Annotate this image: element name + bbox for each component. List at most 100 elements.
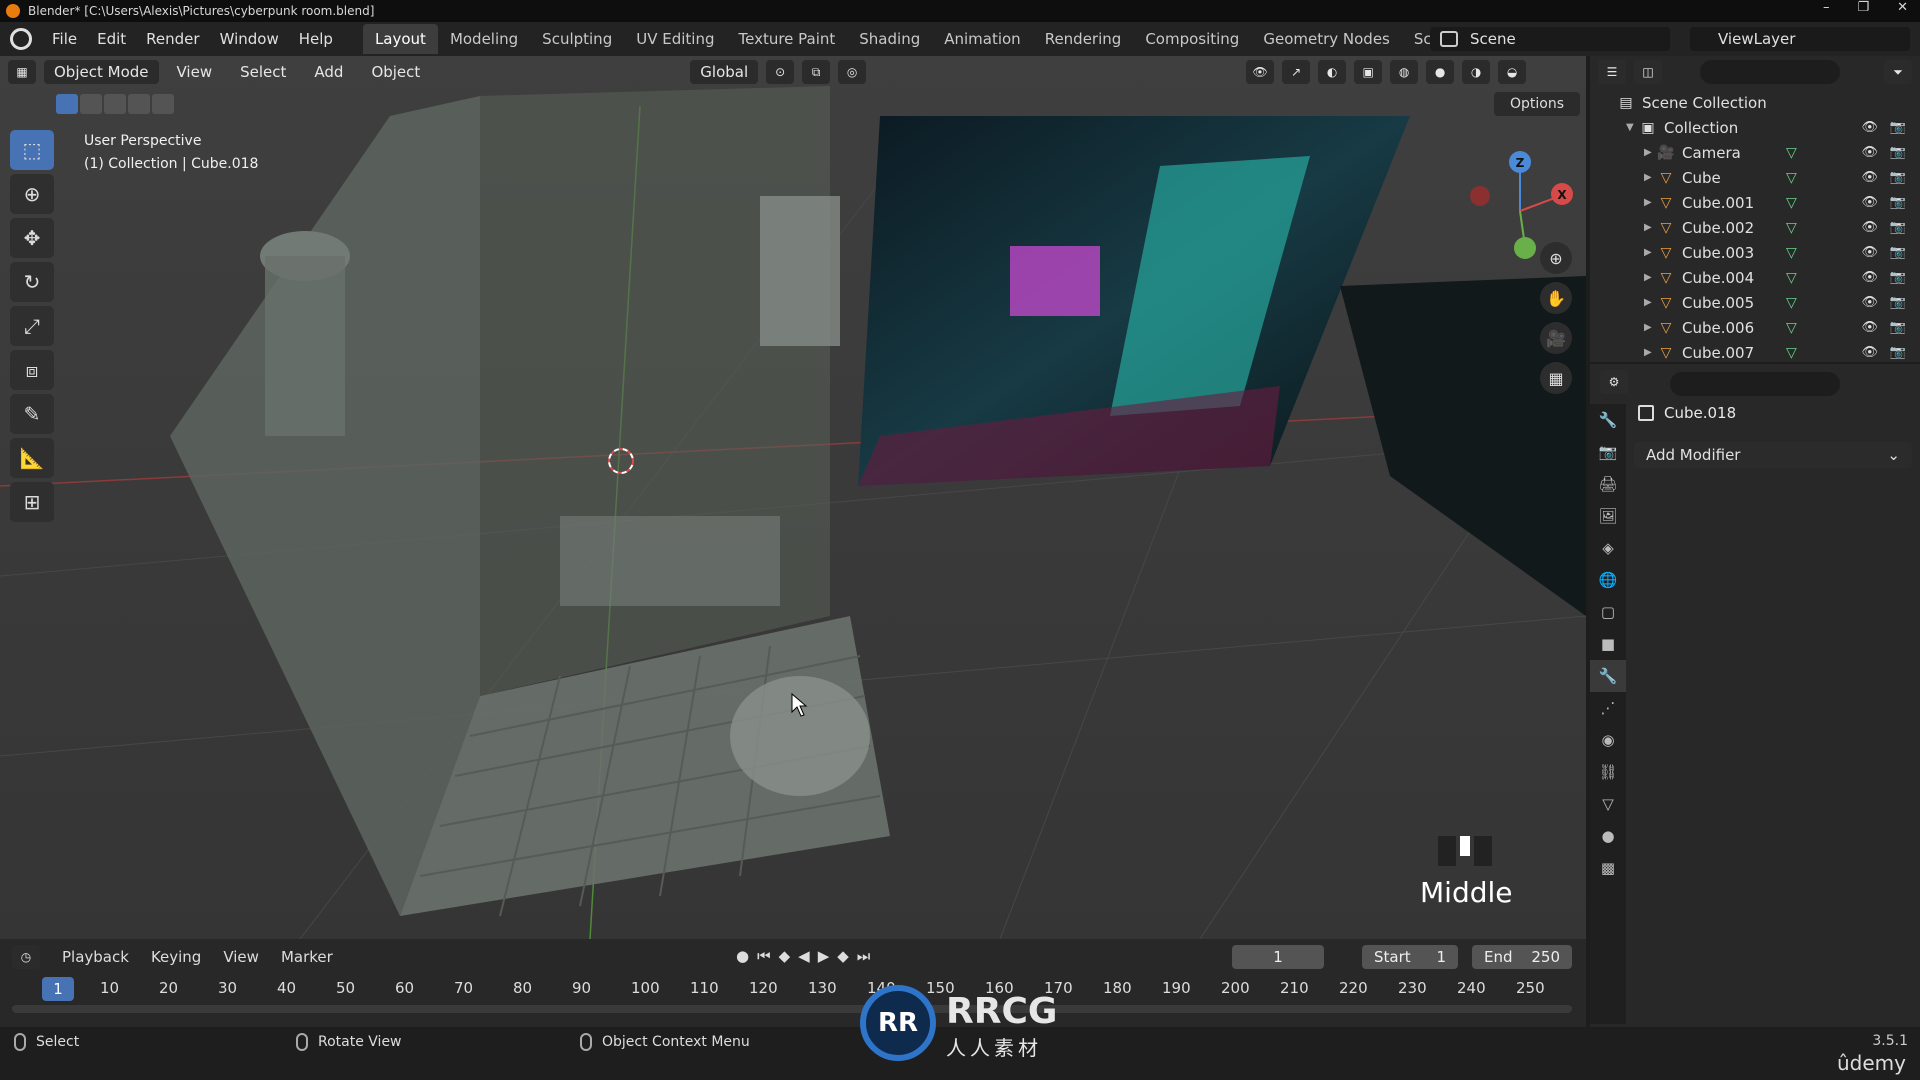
outliner-item[interactable]: ▶ 🎥 Camera ▽ 👁 📷 (1590, 140, 1920, 165)
object-data-icon[interactable]: ▽ (1786, 170, 1797, 186)
perspective-toggle-icon[interactable]: ▦ (1540, 362, 1572, 394)
outliner-search-input[interactable] (1700, 60, 1840, 84)
outliner-item[interactable]: ▶ ▽ Cube ▽ 👁 📷 (1590, 165, 1920, 190)
object-mode-dropdown[interactable]: Object Mode (44, 60, 159, 84)
visibility-eye-icon[interactable]: 👁 (1861, 120, 1878, 135)
expand-arrow-icon[interactable]: ▶ (1644, 297, 1658, 308)
gizmo-neg-x-axis[interactable] (1470, 186, 1490, 206)
visibility-eye-icon[interactable]: 👁 (1861, 345, 1878, 360)
editor-type-button[interactable]: ▦ (8, 60, 36, 84)
scene-selector[interactable]: Scene (1430, 27, 1670, 51)
viewport-menu-view[interactable]: View (167, 60, 223, 84)
output-tab-icon[interactable]: 🖨 (1590, 468, 1626, 500)
jump-start-icon[interactable]: ⏮ (757, 947, 771, 965)
visibility-eye-icon[interactable]: 👁 (1861, 245, 1878, 260)
material-shading-icon[interactable]: ◑ (1462, 60, 1491, 84)
tab-sculpting[interactable]: Sculpting (530, 24, 624, 54)
filter-icon[interactable]: ⏷ (1884, 60, 1912, 84)
render-camera-icon[interactable]: 📷 (1890, 295, 1906, 310)
display-mode-icon[interactable]: ◫ (1634, 60, 1662, 84)
select-subtract-icon[interactable] (104, 94, 126, 114)
tool-tab-icon[interactable]: 🔧 (1590, 404, 1626, 436)
object-data-icon[interactable]: ▽ (1786, 220, 1797, 236)
render-tab-icon[interactable]: 📷 (1590, 436, 1626, 468)
gizmo-y-axis[interactable] (1514, 237, 1536, 259)
visibility-eye-icon[interactable]: 👁 (1861, 270, 1878, 285)
outliner-item[interactable]: ▶ ▽ Cube.003 ▽ 👁 📷 (1590, 240, 1920, 265)
properties-search-input[interactable] (1670, 372, 1840, 396)
object-data-icon[interactable]: ▽ (1786, 270, 1797, 286)
physics-tab-icon[interactable]: ◉ (1590, 724, 1626, 756)
tab-uv-editing[interactable]: UV Editing (624, 24, 726, 54)
tab-compositing[interactable]: Compositing (1133, 24, 1251, 54)
tab-modeling[interactable]: Modeling (438, 24, 530, 54)
outliner-item[interactable]: ▶ ▽ Cube.005 ▽ 👁 📷 (1590, 290, 1920, 315)
timeline-editor[interactable]: ◷ Playback Keying View Marker ● ⏮ ◆ ◀ ▶ … (0, 939, 1586, 1027)
timeline-ruler[interactable]: 1020304050607080901001101201301401501601… (0, 979, 1586, 1001)
expand-arrow-icon[interactable]: ▶ (1644, 322, 1658, 333)
visibility-icon[interactable]: 👁 (1246, 60, 1275, 84)
visibility-eye-icon[interactable]: 👁 (1861, 295, 1878, 310)
menu-edit[interactable]: Edit (87, 30, 136, 48)
select-invert-icon[interactable] (128, 94, 150, 114)
menu-window[interactable]: Window (210, 30, 289, 48)
expand-arrow-icon[interactable]: ▶ (1644, 347, 1658, 358)
add-cube-tool-icon[interactable]: ⊞ (10, 482, 54, 522)
visibility-eye-icon[interactable]: 👁 (1861, 195, 1878, 210)
outliner-item[interactable]: ▶ ▽ Cube.001 ▽ 👁 📷 (1590, 190, 1920, 215)
tab-geometry-nodes[interactable]: Geometry Nodes (1251, 24, 1402, 54)
data-tab-icon[interactable]: ▽ (1590, 788, 1626, 820)
expand-arrow-icon[interactable]: ▶ (1644, 222, 1658, 233)
visibility-eye-icon[interactable]: 👁 (1861, 170, 1878, 185)
gizmo-toggle-icon[interactable]: ↗ (1282, 60, 1311, 84)
transform-orientation-dropdown[interactable]: Global (690, 60, 759, 84)
add-modifier-dropdown[interactable]: Add Modifier ⌄ (1634, 442, 1912, 468)
expand-arrow-icon[interactable]: ▶ (1644, 172, 1658, 183)
wireframe-shading-icon[interactable]: ◍ (1390, 60, 1419, 84)
properties-editor-type-icon[interactable]: ⚙ (1600, 370, 1628, 394)
expand-arrow-icon[interactable]: ▼ (1626, 122, 1640, 133)
overlay-toggle-icon[interactable]: ◐ (1318, 60, 1347, 84)
rotate-tool-icon[interactable]: ↻ (10, 262, 54, 302)
menu-file[interactable]: File (42, 30, 87, 48)
proportional-edit-icon[interactable]: ◎ (838, 60, 867, 84)
object-data-icon[interactable]: ▽ (1786, 145, 1797, 161)
pan-view-icon[interactable]: ✋ (1540, 282, 1572, 314)
outliner-collection[interactable]: ▼ ▣ Collection 👁 📷 (1590, 115, 1920, 140)
outliner-editor-type-icon[interactable]: ☰ (1598, 60, 1626, 84)
object-data-icon[interactable]: ▽ (1786, 345, 1797, 361)
options-dropdown[interactable]: Options (1494, 92, 1580, 116)
render-camera-icon[interactable]: 📷 (1890, 270, 1906, 285)
pivot-point-icon[interactable]: ⊙ (766, 60, 795, 84)
menu-render[interactable]: Render (136, 30, 209, 48)
end-frame-field[interactable]: End 250 (1472, 945, 1572, 969)
texture-tab-icon[interactable]: ▩ (1590, 852, 1626, 884)
material-tab-icon[interactable]: ● (1590, 820, 1626, 852)
select-intersect-icon[interactable] (152, 94, 174, 114)
minimize-button[interactable]: – (1823, 0, 1830, 15)
render-camera-icon[interactable]: 📷 (1890, 145, 1906, 160)
tab-shading[interactable]: Shading (847, 24, 932, 54)
annotate-tool-icon[interactable]: ✎ (10, 394, 54, 434)
object-data-icon[interactable]: ▽ (1786, 195, 1797, 211)
tab-layout[interactable]: Layout (362, 24, 438, 54)
collection-tab-icon[interactable]: ▢ (1590, 596, 1626, 628)
record-icon[interactable]: ● (736, 947, 749, 965)
solid-shading-icon[interactable]: ● (1426, 60, 1455, 84)
maximize-button[interactable]: ❐ (1857, 0, 1869, 15)
object-data-icon[interactable]: ▽ (1786, 245, 1797, 261)
render-camera-icon[interactable]: 📷 (1890, 345, 1906, 360)
render-camera-icon[interactable]: 📷 (1890, 320, 1906, 335)
view-layer-tab-icon[interactable]: 🖼 (1590, 500, 1626, 532)
select-extend-icon[interactable] (80, 94, 102, 114)
jump-end-icon[interactable]: ⏭ (857, 947, 871, 965)
measure-tool-icon[interactable]: 📐 (10, 438, 54, 478)
scene-tab-icon[interactable]: ◈ (1590, 532, 1626, 564)
start-frame-field[interactable]: Start 1 (1362, 945, 1458, 969)
transform-tool-icon[interactable]: ⧈ (10, 350, 54, 390)
move-tool-icon[interactable]: ✥ (10, 218, 54, 258)
outliner-item[interactable]: ▶ ▽ Cube.002 ▽ 👁 📷 (1590, 215, 1920, 240)
modifier-tab-icon[interactable]: 🔧 (1590, 660, 1626, 692)
expand-arrow-icon[interactable]: ▶ (1644, 197, 1658, 208)
xray-toggle-icon[interactable]: ▣ (1354, 60, 1383, 84)
